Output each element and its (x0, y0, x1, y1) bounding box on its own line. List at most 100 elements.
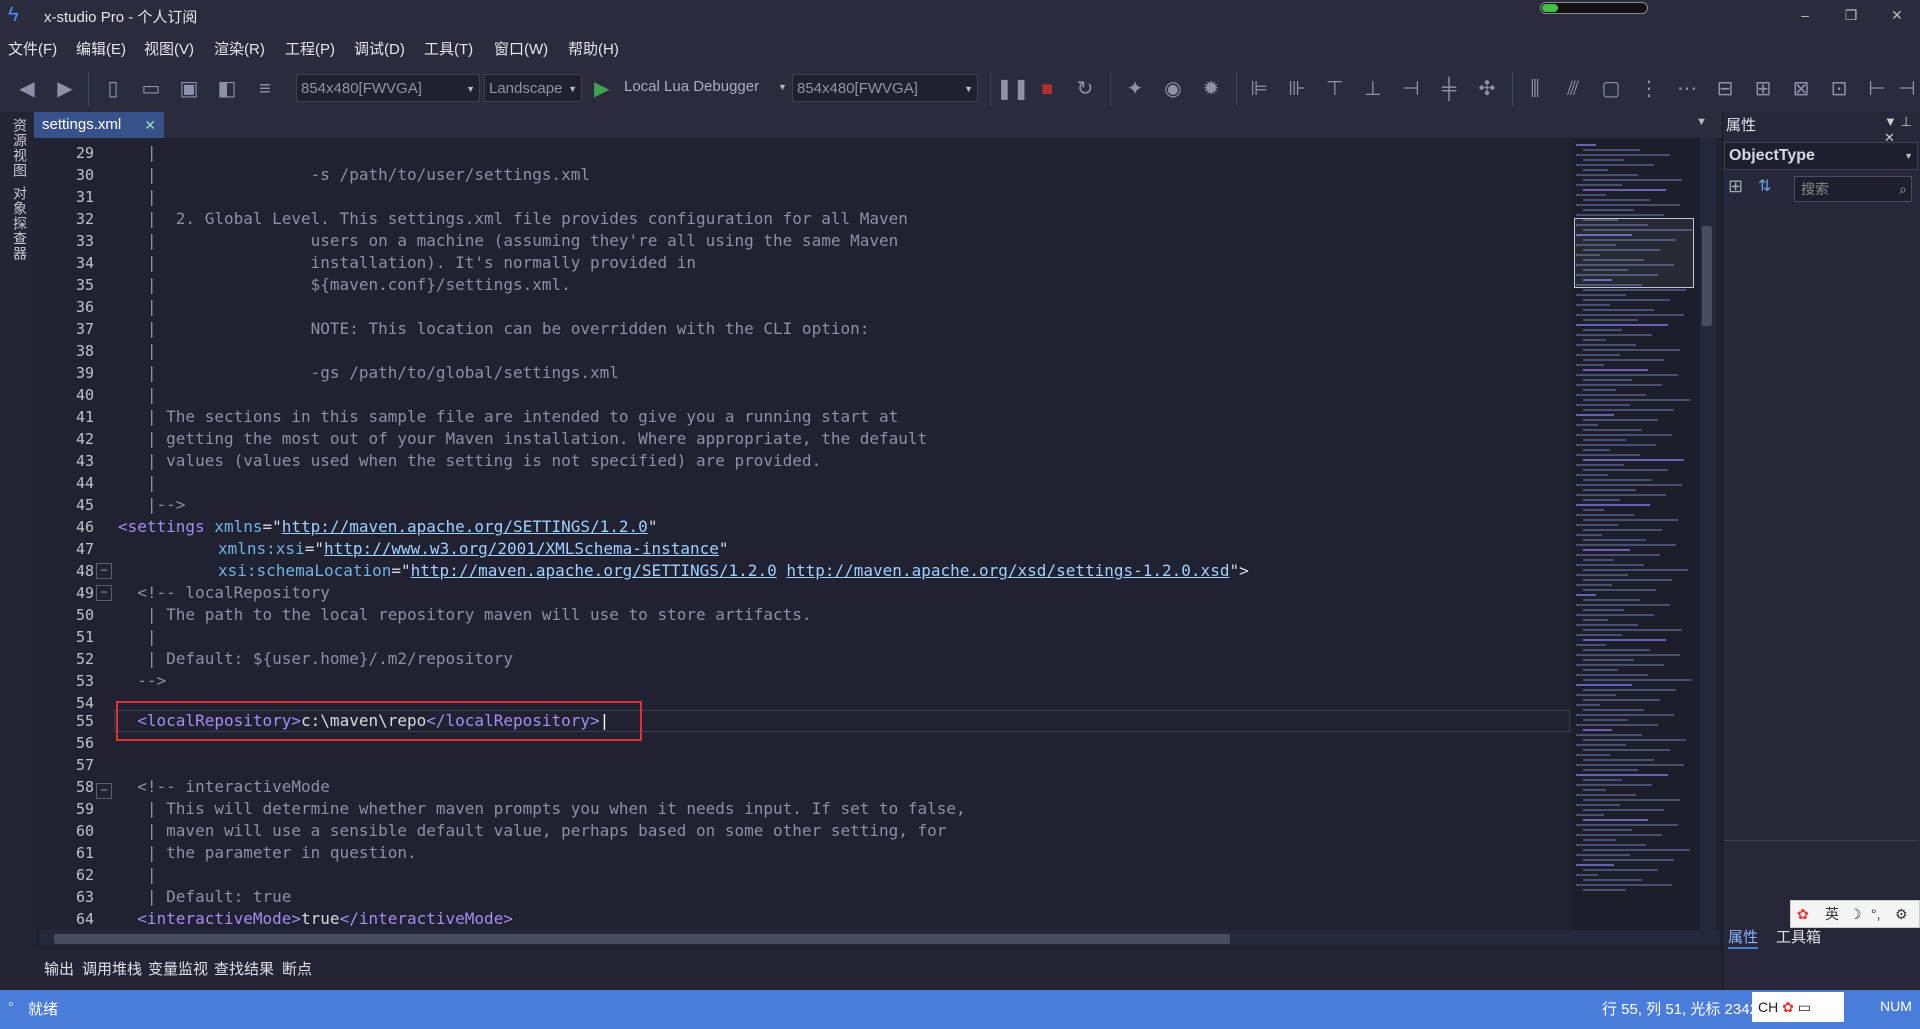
code-line-47[interactable]: xmlns:xsi="http://www.w3.org/2001/XMLSch… (218, 538, 729, 560)
ime-indicator[interactable]: CH ✿ ▭ (1752, 992, 1844, 1022)
forward-icon[interactable]: ▶ (52, 76, 78, 102)
stop-icon[interactable]: ■ (1034, 76, 1060, 102)
spacing-icon[interactable]: ⊟ (1712, 76, 1738, 102)
spacing-6-icon[interactable]: ⊣ (1894, 76, 1920, 102)
code-line-59[interactable]: | This will determine whether maven prom… (118, 798, 966, 820)
ime-toolbar[interactable]: ✿ 英 ☽ °, ⚙ (1790, 900, 1920, 928)
code-line-42[interactable]: | getting the most out of your Maven ins… (118, 428, 927, 450)
code-line-64[interactable]: <interactiveMode>true</interactiveMode> (118, 908, 513, 930)
document-tab-settings[interactable]: settings.xml ✕ (34, 112, 164, 138)
menu-edit[interactable]: 编辑(E) (76, 38, 126, 59)
code-line-40[interactable]: | (118, 384, 157, 406)
align-middle-icon[interactable]: ⊣ (1398, 76, 1424, 102)
code-line-53[interactable]: --> (118, 670, 166, 692)
tab-output[interactable]: 输出 (44, 958, 74, 979)
sort-alpha-icon[interactable]: ⇅ (1758, 176, 1782, 200)
align-vcenter-icon[interactable]: ╪ (1436, 76, 1462, 102)
code-line-52[interactable]: | Default: ${user.home}/.m2/repository (118, 648, 513, 670)
chevron-down-icon[interactable]: ▼ (1696, 116, 1707, 128)
close-icon[interactable]: ✕ (144, 112, 156, 138)
fold-toggle-icon[interactable]: − (96, 585, 112, 601)
code-line-34[interactable]: | installation). It's normally provided … (118, 252, 696, 274)
distribute-v-icon[interactable]: ⋯ (1674, 76, 1700, 102)
code-line-45[interactable]: |--> (118, 494, 186, 516)
code-line-48[interactable]: xsi:schemaLocation="http://maven.apache.… (218, 560, 1249, 582)
code-line-46[interactable]: <settings xmlns="http://maven.apache.org… (118, 516, 657, 538)
tab-find-results[interactable]: 查找结果 (214, 958, 274, 979)
save-all-icon[interactable]: ◧ (214, 76, 240, 102)
code-line-37[interactable]: | NOTE: This location can be overridden … (118, 318, 869, 340)
list-icon[interactable]: ≡ (252, 76, 278, 102)
code-line-33[interactable]: | users on a machine (assuming they're a… (118, 230, 898, 252)
align-top-icon[interactable]: ⊤ (1322, 76, 1348, 102)
code-line-36[interactable]: | (118, 296, 157, 318)
tab-watch[interactable]: 变量监视 (148, 958, 208, 979)
save-icon[interactable]: ▣ (176, 76, 202, 102)
code-line-61[interactable]: | the parameter in question. (118, 842, 417, 864)
code-line-35[interactable]: | ${maven.conf}/settings.xml. (118, 274, 571, 296)
pause-icon[interactable]: ❚❚ (996, 76, 1030, 102)
menu-file[interactable]: 文件(F) (8, 38, 57, 59)
tab-call-stack[interactable]: 调用堆栈 (82, 958, 142, 979)
minimap-viewport[interactable] (1574, 218, 1694, 288)
resolution-select-2[interactable]: 854x480[FWVGA] ▼ (792, 74, 978, 102)
same-height-icon[interactable]: ⫻ (1560, 76, 1586, 102)
chevron-down-icon[interactable]: ▼ (778, 82, 787, 92)
back-icon[interactable]: ◀ (14, 76, 40, 102)
moon-icon[interactable]: ☽ (1849, 901, 1862, 927)
code-line-63[interactable]: | Default: true (118, 886, 292, 908)
paw-icon[interactable]: ✿ (1797, 901, 1809, 927)
close-window-button[interactable]: ✕ (1882, 4, 1912, 26)
menu-project[interactable]: 工程(P) (285, 38, 335, 59)
pin-icon[interactable]: ⊥ (1901, 114, 1912, 129)
menu-help[interactable]: 帮助(H) (568, 38, 619, 59)
xml-url[interactable]: http://maven.apache.org/xsd/settings-1.2… (786, 561, 1229, 580)
code-line-51[interactable]: | (118, 626, 157, 648)
menu-render[interactable]: 渲染(R) (214, 38, 265, 59)
debugger-select[interactable]: Local Lua Debugger (624, 78, 759, 95)
spacing-2-icon[interactable]: ⊞ (1750, 76, 1776, 102)
code-line-41[interactable]: | The sections in this sample file are i… (118, 406, 898, 428)
play-icon[interactable]: ▶ (594, 76, 609, 101)
fold-toggle-icon[interactable]: − (96, 783, 112, 799)
tab-resource-view[interactable]: 资源视图 (10, 118, 30, 178)
code-line-31[interactable]: | (118, 186, 157, 208)
menu-tools[interactable]: 工具(T) (424, 38, 473, 59)
code-line-32[interactable]: | 2. Global Level. This settings.xml fil… (118, 208, 908, 230)
menu-view[interactable]: 视图(V) (144, 38, 194, 59)
code-line-38[interactable]: | (118, 340, 157, 362)
tab-toolbox[interactable]: 工具箱 (1776, 926, 1821, 947)
resolution-select[interactable]: 854x480[FWVGA] ▼ (296, 74, 480, 102)
same-size-icon[interactable]: ▢ (1598, 76, 1624, 102)
align-center-icon[interactable]: ⊪ (1284, 76, 1310, 102)
code-line-39[interactable]: | -gs /path/to/global/settings.xml (118, 362, 619, 384)
code-line-60[interactable]: | maven will use a sensible default valu… (118, 820, 947, 842)
code-line-62[interactable]: | (118, 864, 157, 886)
object-type-select[interactable]: ObjectType ▼ (1724, 142, 1918, 170)
xml-url[interactable]: http://maven.apache.org/SETTINGS/1.2.0 (282, 517, 648, 536)
step-over-icon[interactable]: ◉ (1160, 76, 1186, 102)
tab-breakpoints[interactable]: 断点 (282, 958, 312, 979)
code-line-30[interactable]: | -s /path/to/user/settings.xml (118, 164, 590, 186)
gear-icon[interactable]: ⚙ (1895, 901, 1908, 927)
spacing-3-icon[interactable]: ⊠ (1788, 76, 1814, 102)
fold-toggle-icon[interactable]: − (96, 563, 112, 579)
horizontal-scrollbar-thumb[interactable] (54, 934, 1230, 944)
align-bottom-icon[interactable]: ⊥ (1360, 76, 1386, 102)
step-into-icon[interactable]: ✦ (1122, 76, 1148, 102)
open-folder-icon[interactable]: ▭ (138, 76, 164, 102)
center-icon[interactable]: ✣ (1474, 76, 1500, 102)
menu-debug[interactable]: 调试(D) (354, 38, 405, 59)
new-file-icon[interactable]: ▯ (100, 76, 126, 102)
tab-properties[interactable]: 属性 (1728, 926, 1759, 949)
code-line-49[interactable]: <!-- localRepository (118, 582, 330, 604)
orientation-select[interactable]: Landscape ▼ (484, 74, 582, 102)
step-out-icon[interactable]: ✹ (1198, 76, 1224, 102)
code-line-58[interactable]: <!-- interactiveMode (118, 776, 330, 798)
code-line-43[interactable]: | values (values used when the setting i… (118, 450, 821, 472)
spacing-4-icon[interactable]: ⊡ (1826, 76, 1852, 102)
minimize-button[interactable]: – (1790, 4, 1820, 26)
chevron-down-icon[interactable]: ▼ (1884, 114, 1897, 129)
spacing-5-icon[interactable]: ⊢ (1864, 76, 1890, 102)
align-left-icon[interactable]: ⊫ (1246, 76, 1272, 102)
